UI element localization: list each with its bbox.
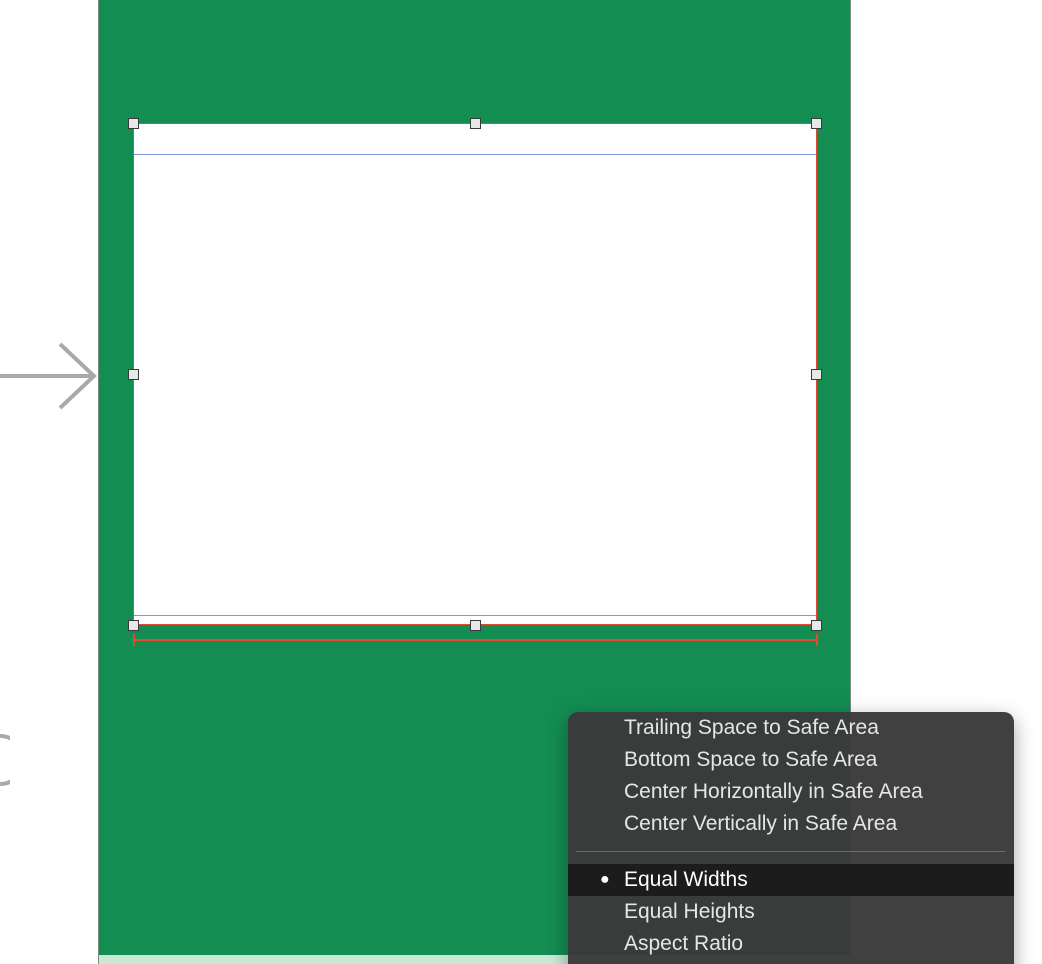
menu-item-label: Trailing Space to Safe Area: [624, 716, 879, 739]
safe-area-bottom-guide: [134, 615, 816, 616]
menu-item-label: Aspect Ratio: [624, 932, 744, 955]
menu-item-label: Equal Widths: [624, 868, 748, 891]
menu-item-equal-heights[interactable]: Equal Heights: [568, 896, 1014, 928]
menu-item-equal-widths[interactable]: ● Equal Widths: [568, 864, 1014, 896]
resize-handle-middle-left[interactable]: [128, 369, 139, 380]
resize-handle-top-right[interactable]: [811, 118, 822, 129]
resize-handle-bottom-right[interactable]: [811, 620, 822, 631]
resize-handle-bottom-left[interactable]: [128, 620, 139, 631]
menu-item-trailing-space[interactable]: Trailing Space to Safe Area: [568, 712, 1014, 744]
menu-item-label: Bottom Space to Safe Area: [624, 748, 878, 771]
constraint-context-menu: Trailing Space to Safe Area Bottom Space…: [568, 712, 1014, 964]
bullet-icon: ●: [600, 871, 610, 888]
partial-circle-icon: [0, 734, 10, 786]
resize-handle-middle-right[interactable]: [811, 369, 822, 380]
safe-area-top-guide: [134, 154, 816, 155]
menu-separator: [576, 851, 1006, 852]
menu-item-label: Center Horizontally in Safe Area: [624, 780, 923, 803]
menu-item-center-vertically[interactable]: Center Vertically in Safe Area: [568, 808, 1014, 840]
resize-handle-top-left[interactable]: [128, 118, 139, 129]
menu-item-aspect-ratio[interactable]: Aspect Ratio: [568, 928, 1014, 960]
menu-item-bottom-space[interactable]: Bottom Space to Safe Area: [568, 744, 1014, 776]
resize-handle-bottom-center[interactable]: [470, 620, 481, 631]
resize-handle-top-center[interactable]: [470, 118, 481, 129]
arrow-right-icon: [0, 342, 97, 410]
menu-item-center-horizontally[interactable]: Center Horizontally in Safe Area: [568, 776, 1014, 808]
menu-item-label: Center Vertically in Safe Area: [624, 812, 898, 835]
selected-subview[interactable]: [133, 123, 817, 625]
width-constraint-indicator: [133, 634, 818, 646]
storyboard-canvas[interactable]: Trailing Space to Safe Area Bottom Space…: [0, 0, 1042, 964]
menu-item-label: Equal Heights: [624, 900, 755, 923]
